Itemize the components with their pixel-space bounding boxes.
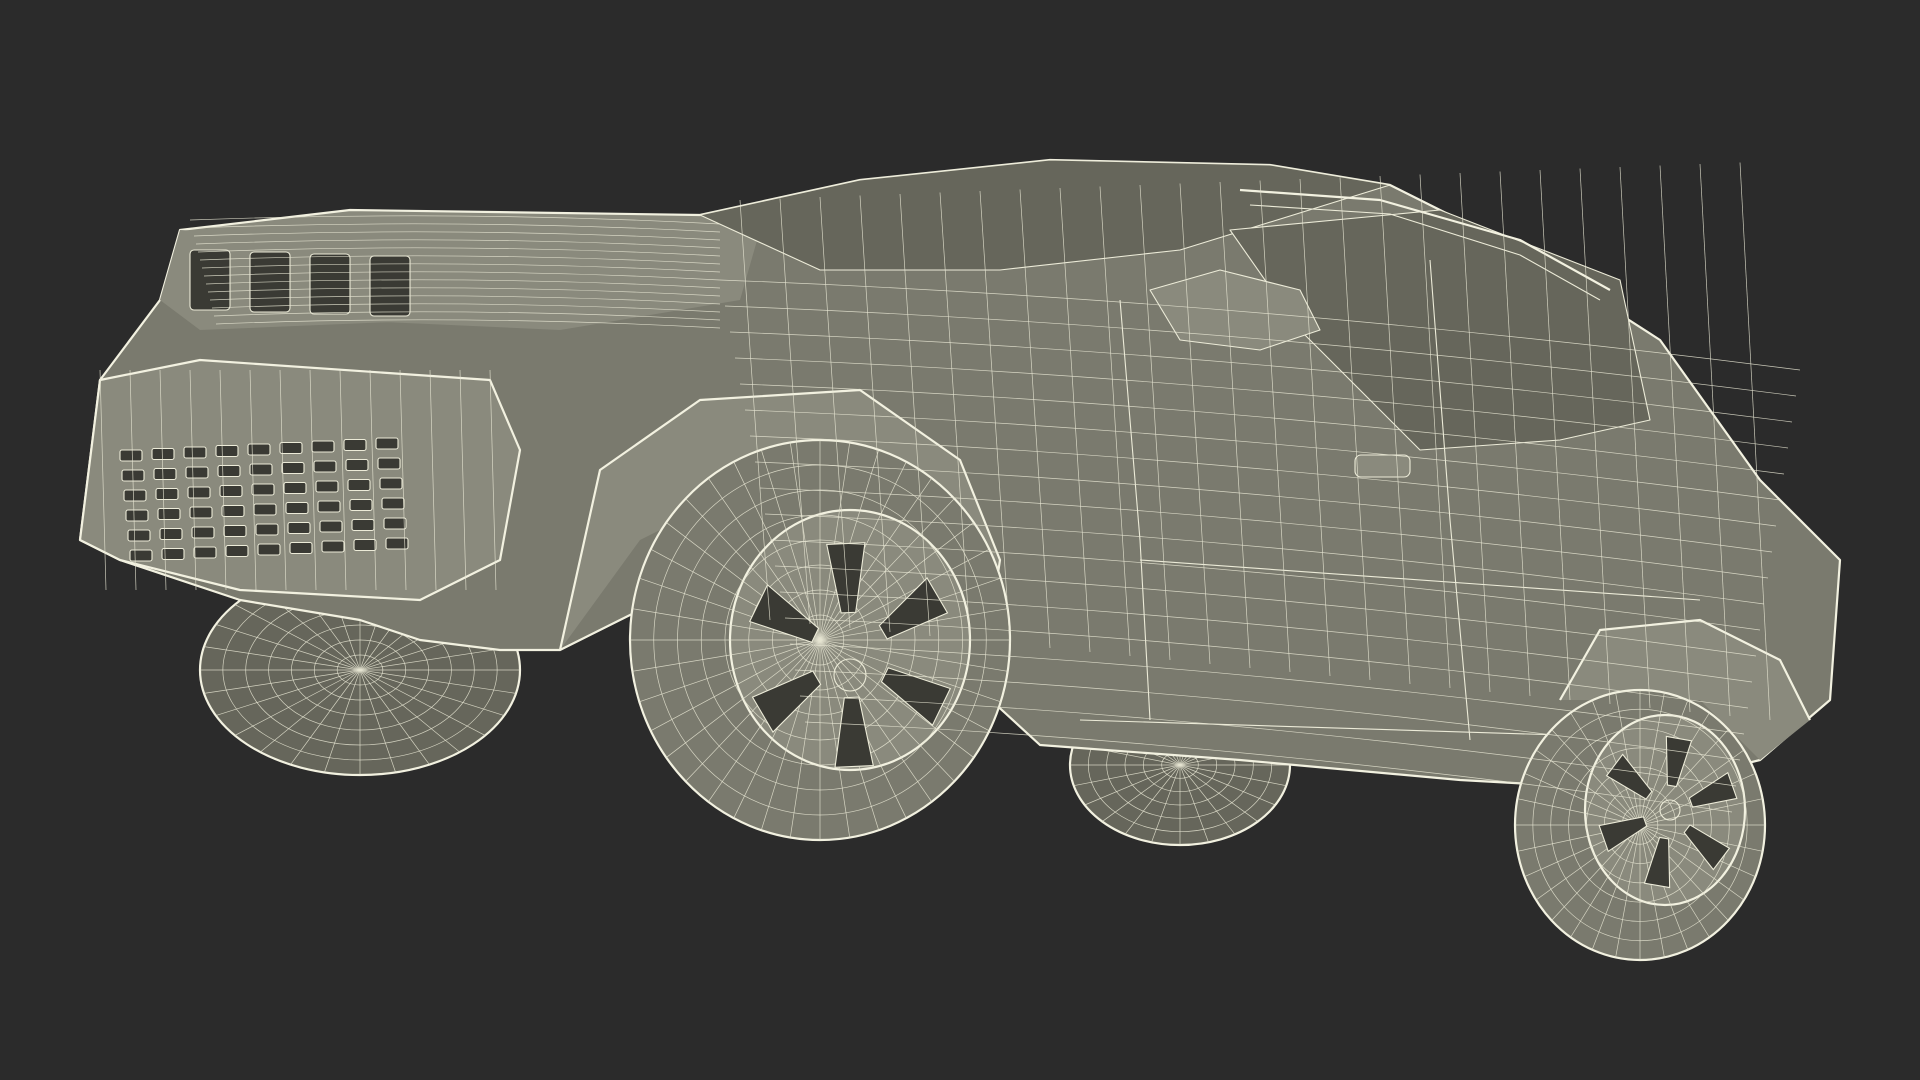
- front-right-wheel: [628, 438, 1012, 842]
- rear-right-front-wheel: [1513, 688, 1767, 962]
- front-grille: [78, 358, 522, 602]
- wireframe-suv-render: [78, 158, 1842, 962]
